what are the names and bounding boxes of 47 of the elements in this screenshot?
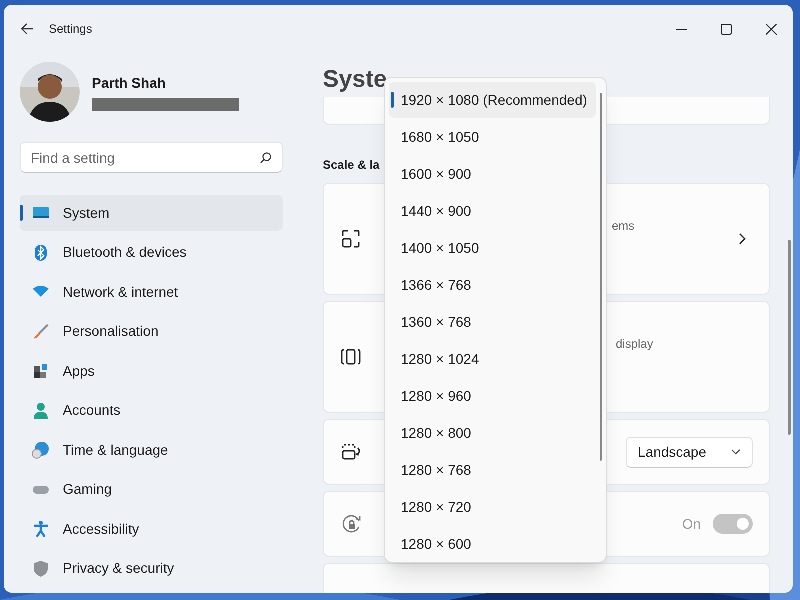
sidebar-item[interactable]: Bluetooth & devices <box>20 234 283 270</box>
page-heading: Syste <box>323 65 388 95</box>
accessibility-icon <box>31 519 51 539</box>
sidebar-item[interactable]: Time & language <box>20 432 283 468</box>
resolution-option[interactable]: 1920 × 1080 (Recommended) <box>389 82 596 118</box>
resolution-option[interactable]: 1280 × 720 <box>389 489 596 525</box>
resolution-option[interactable]: 1600 × 900 <box>389 156 596 192</box>
resolution-option[interactable]: 1280 × 600 <box>389 526 596 562</box>
sidebar-item[interactable]: Accounts <box>20 392 283 428</box>
back-icon[interactable] <box>21 23 34 35</box>
sidebar-item[interactable]: Network & internet <box>20 274 283 310</box>
toggle-state: On <box>682 514 701 534</box>
resolution-option[interactable]: 1280 × 800 <box>389 415 596 451</box>
rotation-lock-icon <box>341 513 363 535</box>
sidebar-item[interactable]: Accessibility <box>20 511 283 547</box>
search-icon <box>260 152 272 164</box>
rotate-screen-icon <box>341 442 363 462</box>
resize-icon <box>341 229 361 249</box>
maximize-icon[interactable] <box>721 24 732 34</box>
resolution-option[interactable]: 1280 × 960 <box>389 378 596 414</box>
globe-clock-icon <box>31 440 51 460</box>
sidebar-item[interactable]: Privacy & security <box>20 550 283 586</box>
chevron-right-icon[interactable] <box>739 233 747 245</box>
search-field[interactable]: Find a setting <box>20 142 283 173</box>
brush-icon <box>31 322 51 342</box>
person-icon <box>31 400 51 420</box>
shield-icon <box>31 558 51 578</box>
close-icon[interactable] <box>766 24 777 34</box>
resolution-option[interactable]: 1360 × 768 <box>389 304 596 340</box>
sidebar-item[interactable]: Gaming <box>20 472 283 508</box>
setting-description: ems <box>612 218 635 235</box>
account-name: Parth Shah <box>92 74 167 93</box>
resolution-option[interactable]: 1440 × 900 <box>389 193 596 229</box>
resolution-option[interactable]: 1366 × 768 <box>389 267 596 303</box>
orientation-dropdown[interactable]: Landscape <box>626 436 753 468</box>
resolution-option[interactable]: 1400 × 1050 <box>389 230 596 266</box>
screen-fit-icon <box>341 347 361 367</box>
chevron-down-icon <box>731 449 741 455</box>
sidebar-item[interactable]: Apps <box>20 353 283 389</box>
window-title: Settings <box>49 21 92 38</box>
sidebar-item[interactable]: Personalisation <box>20 314 283 350</box>
setting-description: display <box>616 336 654 353</box>
section-heading: Scale & la <box>323 157 380 174</box>
resolution-option[interactable]: 1280 × 1024 <box>389 341 596 377</box>
resolution-option[interactable]: 1680 × 1050 <box>389 119 596 155</box>
resolution-option[interactable]: 1280 × 768 <box>389 452 596 488</box>
sidebar-item[interactable]: System <box>20 195 283 231</box>
